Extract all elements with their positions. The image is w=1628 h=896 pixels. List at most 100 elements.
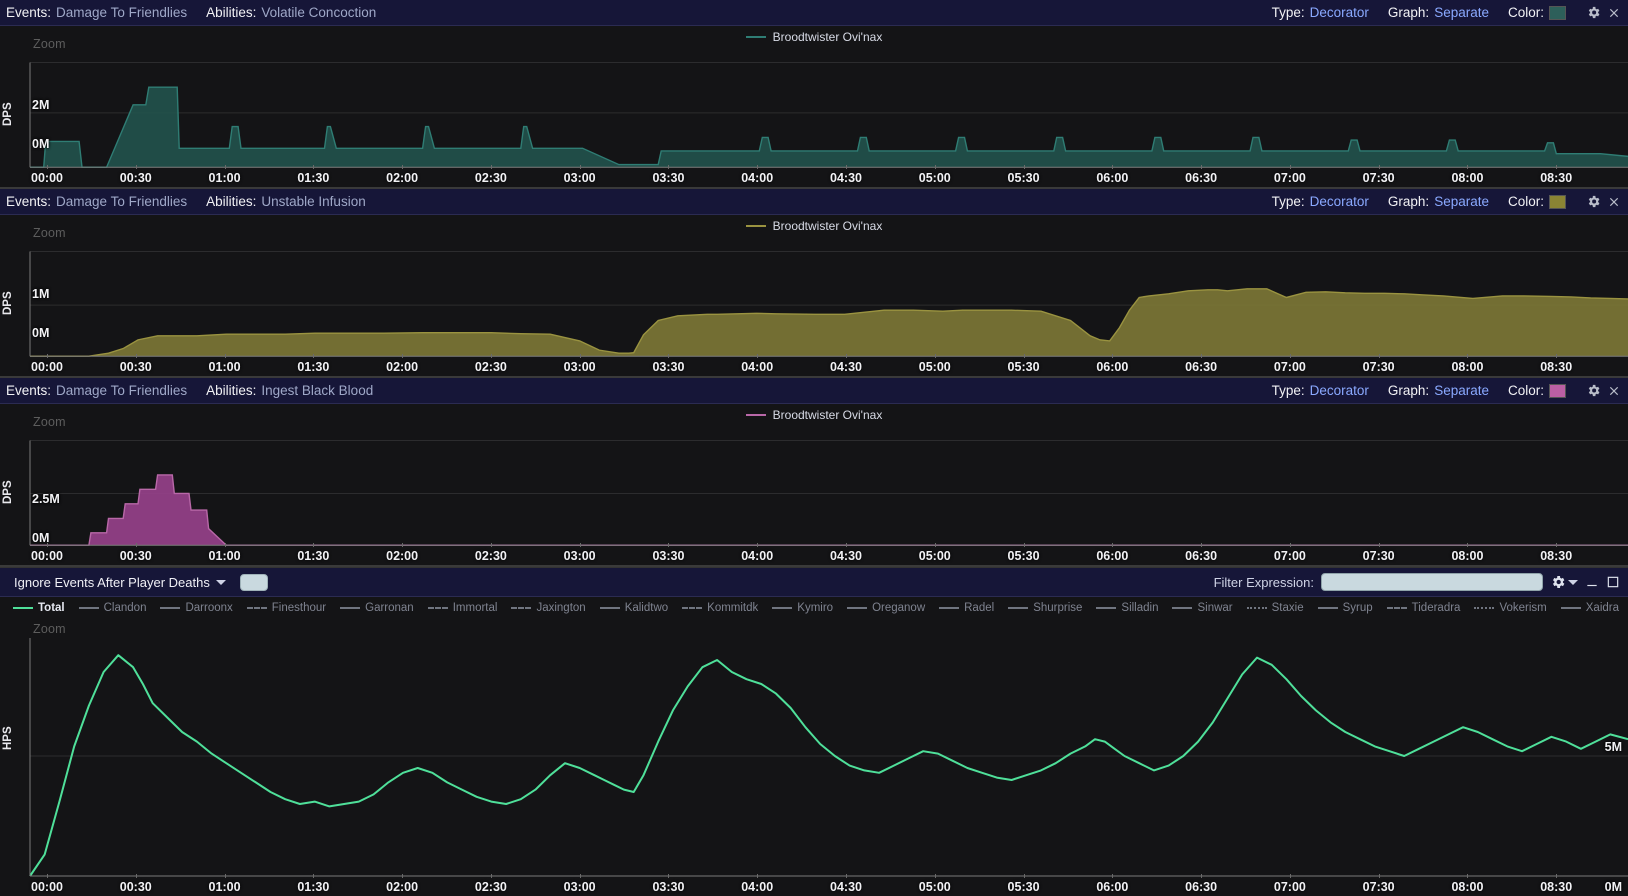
legend-item-darroonx[interactable]: Darroonx <box>153 602 239 614</box>
legend-item-xaidra[interactable]: Xaidra <box>1554 602 1626 614</box>
legend-item-tideradra[interactable]: Tideradra <box>1380 602 1468 614</box>
x-tick-label: 08:00 <box>1451 880 1484 894</box>
graph-label: Graph: <box>1387 5 1430 20</box>
x-axis-volatile-concoction: 00:00 00:30 01:00 01:30 02:00 02:30 03:00 03:30… <box>0 165 1628 187</box>
minimize-icon[interactable] <box>1585 575 1599 589</box>
x-tick-label: 04:00 <box>741 360 774 374</box>
legend-item-kymiro[interactable]: Kymiro <box>765 602 840 614</box>
x-tick-mark <box>579 543 581 547</box>
legend-item-total[interactable]: Total <box>6 602 72 614</box>
ignore-deaths-dropdown[interactable]: Ignore Events After Player Deaths <box>8 573 232 592</box>
type-label: Type: <box>1271 5 1305 20</box>
graph-value[interactable]: Separate <box>1434 194 1489 209</box>
events-value[interactable]: Damage To Friendlies <box>56 194 187 209</box>
x-tick-mark <box>668 874 670 878</box>
x-tick-mark <box>313 165 315 169</box>
legend-line-icon <box>847 606 868 609</box>
close-icon[interactable] <box>1606 5 1622 21</box>
x-tick-mark <box>490 874 492 878</box>
abilities-value[interactable]: Unstable Infusion <box>261 194 365 209</box>
gear-icon[interactable] <box>1585 194 1601 210</box>
legend-line-icon <box>160 606 181 609</box>
x-tick-label: 07:00 <box>1273 880 1306 894</box>
chart-panel-unstable-infusion[interactable]: Broodtwister Ovi'nax Zoom DPS 1M 0M 00:0… <box>0 215 1628 378</box>
legend-item-label: Syrup <box>1342 601 1373 614</box>
legend-item-kalidtwo[interactable]: Kalidtwo <box>593 602 675 614</box>
legend-item-silladin[interactable]: Silladin <box>1089 602 1165 614</box>
legend-line-icon <box>939 606 960 609</box>
legend-item-syrup[interactable]: Syrup <box>1311 602 1380 614</box>
legend-item-label: Staxie <box>1271 601 1304 614</box>
series-svg-hps <box>29 638 1628 877</box>
graph-value[interactable]: Separate <box>1434 5 1489 20</box>
legend-item-label: Kommitdk <box>707 601 759 614</box>
abilities-value[interactable]: Ingest Black Blood <box>261 383 373 398</box>
chart-panel-hps[interactable]: Zoom HPS 5M 0M 00:00 00:30 01:00 01:30 02:00… <box>0 618 1628 896</box>
x-tick-label: 04:00 <box>741 549 774 563</box>
panel-header-right: Type: Decorator Graph: Separate Color: <box>1272 5 1622 21</box>
filter-expression-input[interactable] <box>1321 573 1543 591</box>
panel-header-right: Type: Decorator Graph: Separate Color: <box>1272 194 1622 210</box>
x-tick-label: 06:00 <box>1096 549 1129 563</box>
gear-icon[interactable] <box>1550 574 1566 590</box>
legend-item-kommitdk[interactable]: Kommitdk <box>675 602 765 614</box>
legend-item-finesthour[interactable]: Finesthour <box>240 602 333 614</box>
maximize-icon[interactable] <box>1606 575 1620 589</box>
plot-area-volatile-concoction[interactable]: Broodtwister Ovi'nax Zoom DPS 2M 0M 00:0… <box>0 26 1628 187</box>
color-label: Color: <box>1507 5 1544 20</box>
panel-header-left: Events: Damage To Friendlies Abilities: … <box>6 194 366 209</box>
x-tick-label: 04:00 <box>741 880 774 894</box>
x-tick-mark <box>1556 354 1558 358</box>
filter-expression-label: Filter Expression: <box>1213 574 1314 590</box>
legend-item-radel[interactable]: Radel <box>932 602 1001 614</box>
legend-item-label: Sinwar <box>1197 601 1233 614</box>
legend-item-staxie[interactable]: Staxie <box>1240 602 1311 614</box>
events-value[interactable]: Damage To Friendlies <box>56 383 187 398</box>
x-tick-label: 07:30 <box>1362 880 1395 894</box>
close-icon[interactable] <box>1606 383 1622 399</box>
legend-item-sinwar[interactable]: Sinwar <box>1165 602 1239 614</box>
legend-item-vokerism[interactable]: Vokerism <box>1467 602 1553 614</box>
x-tick-mark <box>668 543 670 547</box>
x-tick-mark <box>1378 354 1380 358</box>
x-tick-mark <box>1201 165 1203 169</box>
legend-item-clandon[interactable]: Clandon <box>72 602 154 614</box>
toolbar-toggle-button[interactable] <box>239 573 268 591</box>
x-tick-mark <box>846 543 847 547</box>
panel-header-volatile-concoction: Events: Damage To Friendlies Abilities: … <box>0 0 1628 26</box>
graph-value[interactable]: Separate <box>1434 383 1489 398</box>
x-tick-label: 05:00 <box>918 549 951 563</box>
x-tick-mark <box>1467 165 1469 169</box>
chart-panel-ingest-black-blood[interactable]: Broodtwister Ovi'nax Zoom DPS 2.5M 0M 00… <box>0 404 1628 567</box>
legend-item-oreganow[interactable]: Oreganow <box>840 602 932 614</box>
close-icon[interactable] <box>1606 194 1622 210</box>
x-tick-mark <box>47 543 48 547</box>
legend-item-shurprise[interactable]: Shurprise <box>1001 602 1089 614</box>
x-tick-label: 06:00 <box>1096 880 1129 894</box>
type-value[interactable]: Decorator <box>1310 194 1369 209</box>
color-swatch[interactable] <box>1549 5 1566 20</box>
color-swatch[interactable] <box>1549 383 1566 398</box>
plot-area-hps[interactable]: Zoom HPS 5M 0M 00:00 00:30 01:00 01:30 02:00… <box>0 618 1628 896</box>
x-tick-label: 03:30 <box>652 880 685 894</box>
plot-area-ingest-black-blood[interactable]: Broodtwister Ovi'nax Zoom DPS 2.5M 0M 00… <box>0 404 1628 565</box>
x-tick-label: 05:00 <box>918 880 951 894</box>
plot-area-unstable-infusion[interactable]: Broodtwister Ovi'nax Zoom DPS 1M 0M 00:0… <box>0 215 1628 376</box>
type-value[interactable]: Decorator <box>1310 5 1369 20</box>
gear-icon[interactable] <box>1585 383 1601 399</box>
color-swatch[interactable] <box>1549 194 1566 209</box>
legend-item-jaxington[interactable]: Jaxington <box>504 602 592 614</box>
x-tick-label: 02:00 <box>386 549 419 563</box>
events-value[interactable]: Damage To Friendlies <box>56 5 187 20</box>
x-tick-label: 04:30 <box>830 549 862 563</box>
abilities-value[interactable]: Volatile Concoction <box>261 5 376 20</box>
type-value[interactable]: Decorator <box>1310 383 1369 398</box>
toolbar-settings-dropdown[interactable] <box>1550 574 1578 590</box>
chart-panel-volatile-concoction[interactable]: Broodtwister Ovi'nax Zoom DPS 2M 0M 00:0… <box>0 26 1628 189</box>
legend-item-label: Xaidra <box>1585 601 1619 614</box>
panel-header-ingest-black-blood: Events: Damage To Friendlies Abilities: … <box>0 378 1628 404</box>
legend-item-immortal[interactable]: Immortal <box>421 602 505 614</box>
x-tick-mark <box>47 165 48 169</box>
legend-item-garronan[interactable]: Garronan <box>333 602 421 614</box>
gear-icon[interactable] <box>1585 5 1601 21</box>
